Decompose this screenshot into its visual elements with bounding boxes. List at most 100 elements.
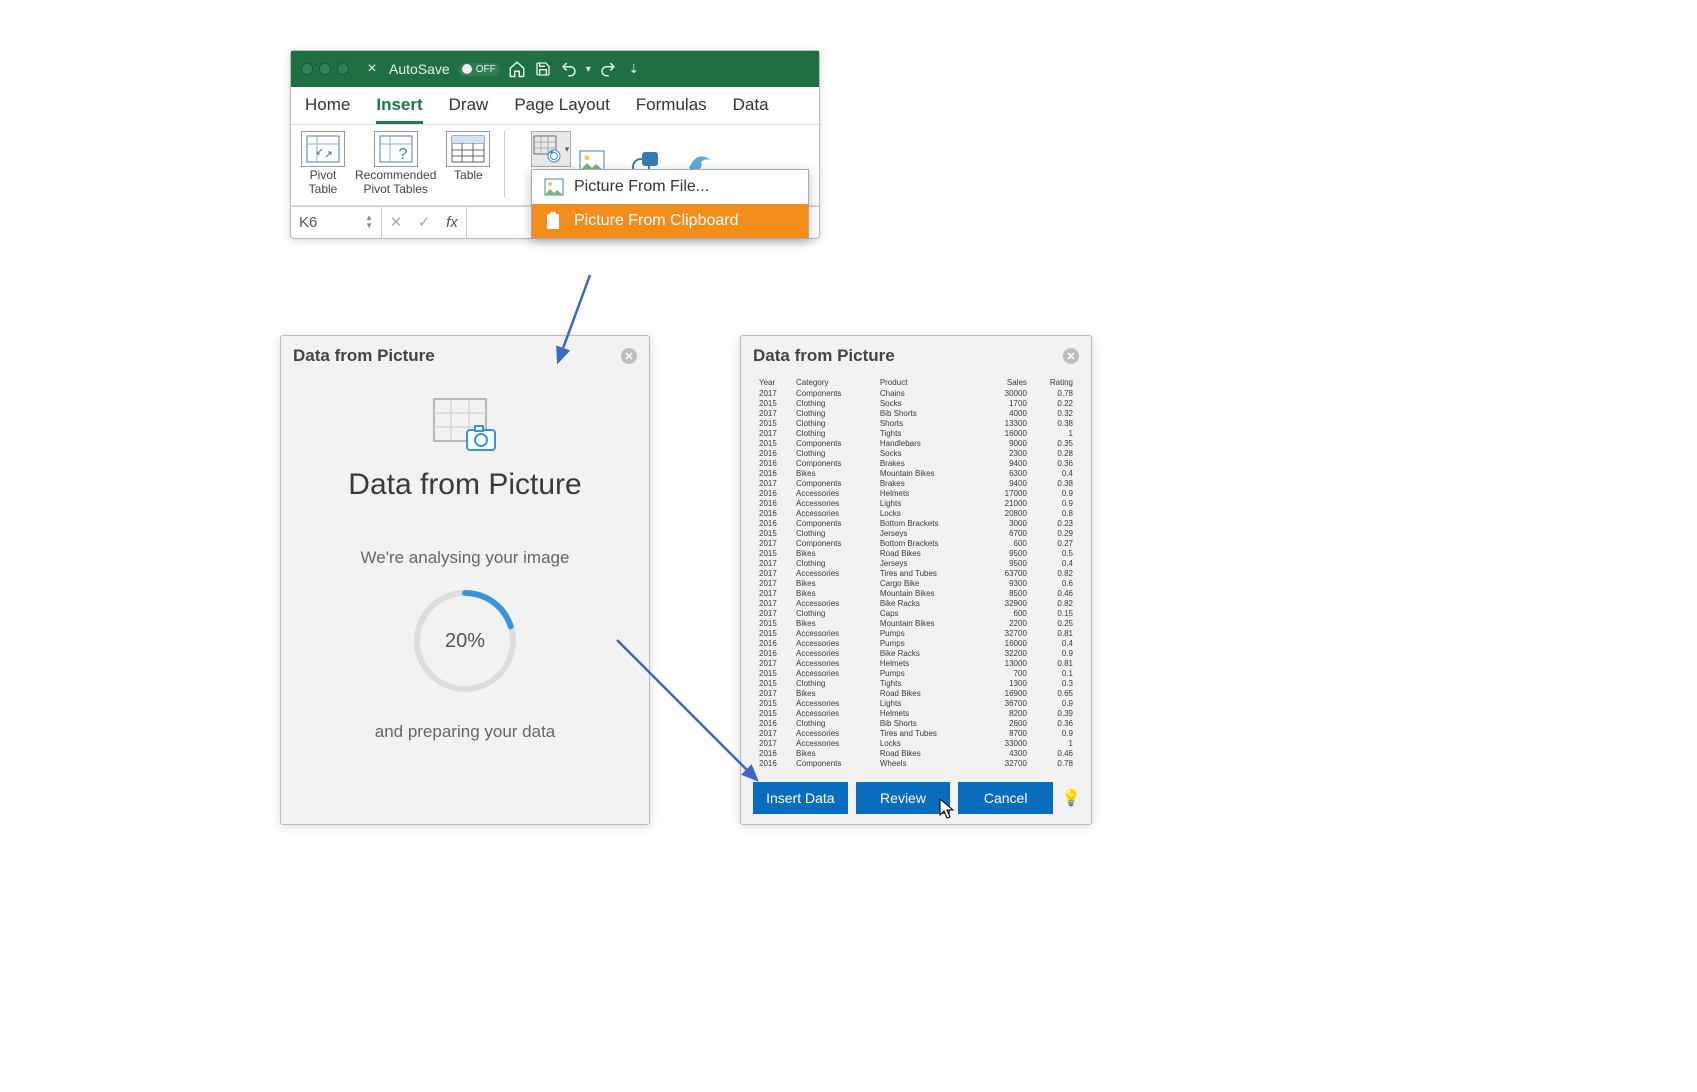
- table-cell: Bikes: [794, 749, 878, 759]
- tab-home[interactable]: Home: [305, 95, 350, 124]
- table-row[interactable]: 2016ComponentsBottom Brackets30000.23: [757, 519, 1075, 529]
- cell-reference-box[interactable]: K6 ▲▼: [291, 214, 381, 231]
- table-cell: 0.9: [1029, 699, 1075, 709]
- table-row[interactable]: 2015ClothingShorts133000.38: [757, 419, 1075, 429]
- pivot-table-label: Pivot Table: [309, 168, 338, 196]
- table-cell: Pumps: [878, 629, 984, 639]
- data-from-picture-button[interactable]: ▾: [531, 131, 571, 167]
- tab-insert[interactable]: Insert: [376, 95, 422, 124]
- table-row[interactable]: 2015AccessoriesPumps327000.81: [757, 629, 1075, 639]
- table-row[interactable]: 2017AccessoriesTires and Tubes87000.9: [757, 729, 1075, 739]
- table-row[interactable]: 2015AccessoriesHelmets82000.39: [757, 709, 1075, 719]
- table-row[interactable]: 2017BikesRoad Bikes169000.65: [757, 689, 1075, 699]
- table-cell: Components: [794, 759, 878, 769]
- table-row[interactable]: 2017ClothingBib Shorts40000.32: [757, 409, 1075, 419]
- table-cell: 2017: [757, 659, 794, 669]
- save-icon[interactable]: [534, 60, 552, 78]
- table-cell: Jerseys: [878, 559, 984, 569]
- table-row[interactable]: 2017AccessoriesHelmets130000.81: [757, 659, 1075, 669]
- home-icon[interactable]: [508, 60, 526, 78]
- table-row[interactable]: 2017AccessoriesLocks330001: [757, 739, 1075, 749]
- table-cell: 0.38: [1029, 419, 1075, 429]
- table-row[interactable]: 2015ClothingSocks17000.22: [757, 399, 1075, 409]
- table-row[interactable]: 2017AccessoriesBike Racks329000.82: [757, 599, 1075, 609]
- table-cell: Socks: [878, 449, 984, 459]
- table-row[interactable]: 2017ClothingCaps6000.15: [757, 609, 1075, 619]
- table-cell: 63700: [984, 569, 1029, 579]
- table-cell: Tights: [878, 429, 984, 439]
- table-cell: 0.15: [1029, 609, 1075, 619]
- table-cell: Bottom Brackets: [878, 519, 984, 529]
- undo-icon[interactable]: [560, 60, 578, 78]
- table-row[interactable]: 2017ComponentsChains300000.78: [757, 389, 1075, 399]
- table-cell: 2017: [757, 729, 794, 739]
- table-row[interactable]: 2017AccessoriesTires and Tubes637000.82: [757, 569, 1075, 579]
- clipboard-icon: [544, 212, 564, 230]
- autosave-toggle[interactable]: OFF: [458, 63, 500, 76]
- fx-icon[interactable]: fx: [438, 214, 466, 231]
- table-cell: 16900: [984, 689, 1029, 699]
- close-icon[interactable]: ×: [363, 60, 381, 78]
- table-row[interactable]: 2017ComponentsBrakes94000.38: [757, 479, 1075, 489]
- tab-page-layout[interactable]: Page Layout: [514, 95, 609, 124]
- table-cell: 2017: [757, 589, 794, 599]
- table-cell: Bike Racks: [878, 649, 984, 659]
- table-cell: Tires and Tubes: [878, 729, 984, 739]
- close-window-dot[interactable]: [301, 63, 313, 75]
- name-box-stepper[interactable]: ▲▼: [365, 214, 373, 230]
- table-row[interactable]: 2016ClothingBib Shorts26000.36: [757, 719, 1075, 729]
- customize-icon[interactable]: ⇣: [625, 60, 643, 78]
- table-cell: Accessories: [794, 659, 878, 669]
- table-row[interactable]: 2017ComponentsBottom Brackets6000.27: [757, 539, 1075, 549]
- table-row[interactable]: 2015ClothingJerseys67000.29: [757, 529, 1075, 539]
- table-row[interactable]: 2016ClothingSocks23000.28: [757, 449, 1075, 459]
- table-label: Table: [454, 168, 483, 182]
- undo-chevron-icon[interactable]: ▾: [586, 64, 591, 75]
- cancel-button[interactable]: Cancel: [958, 782, 1053, 814]
- close-icon[interactable]: ✕: [1063, 348, 1079, 364]
- picture-from-file-item[interactable]: Picture From File...: [532, 170, 808, 204]
- table-row[interactable]: 2017ClothingJerseys95000.4: [757, 559, 1075, 569]
- zoom-window-dot[interactable]: [337, 63, 349, 75]
- review-button[interactable]: Review: [856, 782, 951, 814]
- recommended-pivot-button[interactable]: ? Recommended Pivot Tables: [355, 131, 436, 197]
- table-row[interactable]: 2016BikesMountain Bikes63000.4: [757, 469, 1075, 479]
- table-row[interactable]: 2017BikesMountain Bikes85000.46: [757, 589, 1075, 599]
- redo-icon[interactable]: [599, 60, 617, 78]
- table-row[interactable]: 2015BikesRoad Bikes95000.5: [757, 549, 1075, 559]
- tab-draw[interactable]: Draw: [449, 95, 489, 124]
- table-cell: Components: [794, 519, 878, 529]
- lightbulb-icon[interactable]: 💡: [1061, 788, 1079, 808]
- picture-file-icon: [544, 178, 564, 196]
- table-row[interactable]: 2015ComponentsHandlebars90000.35: [757, 439, 1075, 449]
- table-row[interactable]: 2016AccessoriesBike Racks322000.9: [757, 649, 1075, 659]
- table-row[interactable]: 2015ClothingTights13000.3: [757, 679, 1075, 689]
- table-row[interactable]: 2016AccessoriesLights210000.9: [757, 499, 1075, 509]
- table-row[interactable]: 2015BikesMountain Bikes22000.25: [757, 619, 1075, 629]
- cancel-formula-icon[interactable]: ✕: [382, 213, 410, 231]
- tab-formulas[interactable]: Formulas: [636, 95, 707, 124]
- table-row[interactable]: 2015AccessoriesPumps7000.1: [757, 669, 1075, 679]
- table-row[interactable]: 2016AccessoriesHelmets170000.9: [757, 489, 1075, 499]
- table-cell: 0.36: [1029, 459, 1075, 469]
- accept-formula-icon[interactable]: ✓: [410, 213, 438, 231]
- table-row[interactable]: 2016ComponentsBrakes94000.36: [757, 459, 1075, 469]
- tab-data[interactable]: Data: [733, 95, 769, 124]
- table-cell: 2016: [757, 489, 794, 499]
- table-row[interactable]: 2017ClothingTights160001: [757, 429, 1075, 439]
- picture-dropdown: Picture From File... Picture From Clipbo…: [531, 169, 809, 239]
- table-row[interactable]: 2017BikesCargo Bike93000.6: [757, 579, 1075, 589]
- table-row[interactable]: 2016AccessoriesLocks208000.8: [757, 509, 1075, 519]
- table-button[interactable]: Table: [446, 131, 490, 197]
- close-icon[interactable]: ✕: [621, 348, 637, 364]
- pivot-table-button[interactable]: Pivot Table: [301, 131, 345, 197]
- table-row[interactable]: 2016BikesRoad Bikes43000.46: [757, 749, 1075, 759]
- table-cell: 0.8: [1029, 509, 1075, 519]
- table-row[interactable]: 2016ComponentsWheels327000.78: [757, 759, 1075, 769]
- minimize-window-dot[interactable]: [319, 63, 331, 75]
- table-row[interactable]: 2015AccessoriesLights367000.9: [757, 699, 1075, 709]
- table-row[interactable]: 2016AccessoriesPumps160000.4: [757, 639, 1075, 649]
- table-cell: Helmets: [878, 709, 984, 719]
- picture-from-clipboard-item[interactable]: Picture From Clipboard: [532, 204, 808, 238]
- insert-data-button[interactable]: Insert Data: [753, 782, 848, 814]
